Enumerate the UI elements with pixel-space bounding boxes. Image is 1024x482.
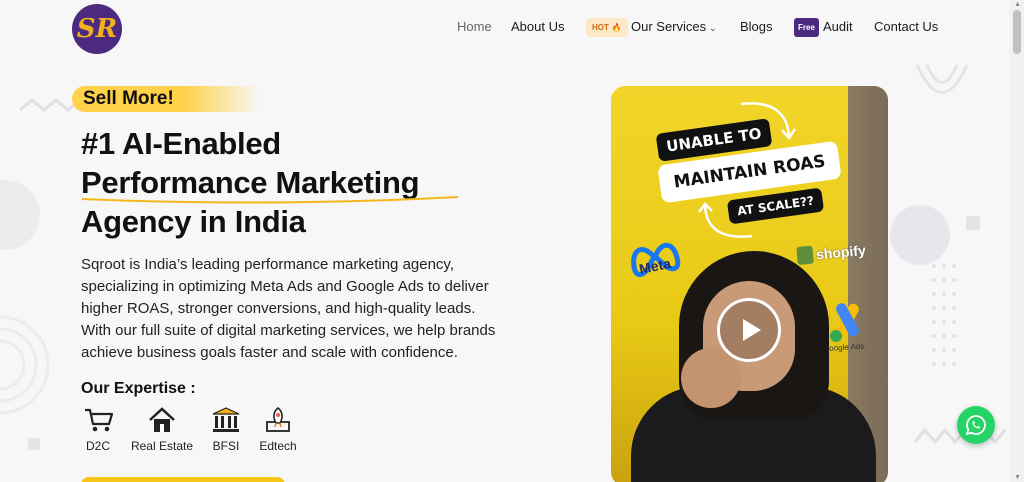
shopify-bag-icon: [796, 245, 814, 265]
hero-title: #1 AI-Enabled Performance Marketing Agen…: [81, 124, 420, 241]
nav-audit-link[interactable]: Audit: [823, 19, 853, 34]
dots-decoration: [932, 264, 956, 366]
page-scrollbar[interactable]: ▲ ▼: [1010, 0, 1024, 482]
rocket-icon: [266, 406, 290, 432]
hero-description-line: Sqroot is India’s leading performance ma…: [81, 256, 454, 273]
stripes-decoration: [915, 64, 969, 94]
expertise-item-edtech: Edtech: [258, 406, 298, 453]
expertise-item-d2c: D2C: [84, 406, 114, 453]
fire-icon: 🔥: [611, 23, 622, 32]
free-badge: Free: [794, 18, 819, 37]
cta-button[interactable]: [81, 477, 285, 482]
title-underline: [81, 196, 459, 204]
hero-video[interactable]: UNABLE TO MAINTAIN ROAS AT SCALE?? Meta …: [611, 86, 888, 482]
shopify-label: shopify: [815, 242, 867, 263]
hero-description-line: specializing in optimizing Meta Ads and …: [81, 278, 489, 295]
square-decoration: [966, 216, 980, 230]
nav-about-link[interactable]: About Us: [511, 19, 564, 34]
circle-decoration: [890, 205, 950, 265]
hero-description: Sqroot is India’s leading performance ma…: [81, 254, 551, 364]
chevron-down-icon: ⌄: [709, 23, 717, 33]
main-nav: Home About Us HOT 🔥 Our Services ⌄ Blogs …: [0, 18, 1010, 39]
nav-blogs-link[interactable]: Blogs: [740, 19, 773, 34]
nav-contact-link[interactable]: Contact Us: [874, 19, 938, 34]
bank-icon: [212, 407, 240, 432]
whatsapp-button[interactable]: [957, 406, 995, 444]
play-icon: [742, 319, 761, 341]
cart-icon: [85, 408, 114, 432]
expertise-item-bfsi: BFSI: [210, 406, 242, 453]
whatsapp-icon: [965, 415, 986, 436]
house-icon: [149, 407, 175, 432]
hero-tag: Sell More!: [83, 88, 174, 109]
scrollbar-thumb[interactable]: [1013, 10, 1021, 54]
expertise-label: Real Estate: [130, 439, 194, 453]
hero-description-line: With our full suite of digital marketing…: [81, 322, 496, 339]
expertise-label: BFSI: [212, 439, 240, 453]
hot-badge: HOT 🔥: [586, 18, 628, 37]
hero-title-line: #1 AI-Enabled: [81, 126, 281, 161]
play-button[interactable]: [717, 298, 781, 362]
expertise-label: D2C: [85, 439, 110, 453]
scroll-down-icon[interactable]: ▼: [1014, 474, 1021, 481]
nav-services-label: Our Services: [631, 19, 707, 34]
expertise-label: Edtech: [259, 439, 297, 453]
scroll-up-icon[interactable]: ▲: [1014, 1, 1021, 8]
hero-description-line: achieve business goals faster and scale …: [81, 344, 458, 361]
hot-badge-label: HOT: [592, 23, 609, 32]
nav-services-dropdown[interactable]: Our Services ⌄: [631, 19, 717, 34]
hero-title-line: Agency in India: [81, 204, 306, 239]
square-decoration: [28, 438, 40, 450]
hero-description-line: higher ROAS, stronger conversions, and h…: [81, 300, 476, 317]
expertise-title: Our Expertise :: [81, 380, 196, 397]
video-caption-pill: AT SCALE??: [726, 187, 825, 225]
circle-decoration: [0, 180, 40, 250]
expertise-item-real-estate: Real Estate: [128, 406, 196, 453]
rings-decoration: [0, 315, 50, 415]
nav-home-link[interactable]: Home: [457, 19, 492, 34]
